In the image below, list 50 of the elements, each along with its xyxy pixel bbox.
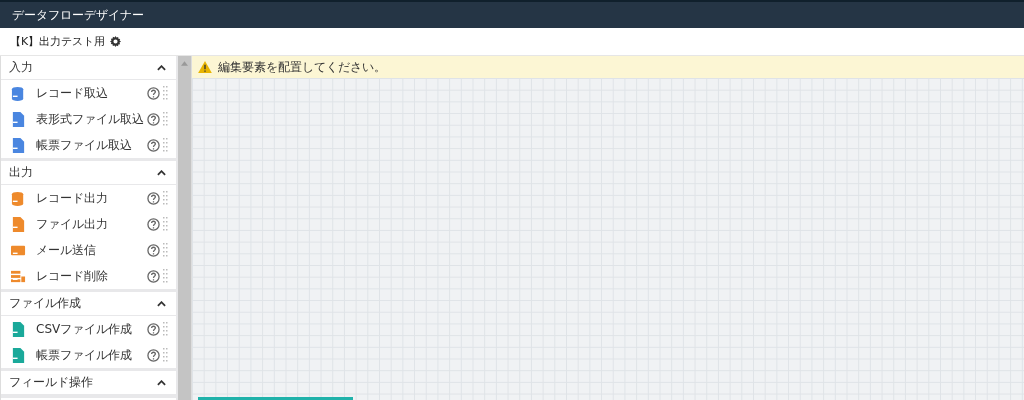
drag-handle-icon[interactable]	[163, 217, 168, 231]
warning-icon	[198, 61, 212, 73]
drag-handle-icon[interactable]	[163, 191, 168, 205]
node-label[interactable]: ファイル出力	[36, 215, 147, 233]
node-icon	[11, 268, 26, 284]
help-icon[interactable]	[147, 86, 160, 100]
section-title: フィールド操作	[9, 375, 93, 390]
window-title: データフローデザイナー	[12, 6, 144, 24]
node-label[interactable]: レコード削除	[36, 267, 147, 285]
chevron-icon[interactable]	[157, 379, 166, 386]
scrollbar[interactable]	[176, 56, 191, 400]
node-icon	[11, 216, 26, 232]
help-icon[interactable]	[147, 269, 160, 283]
scrollbar[interactable]	[198, 397, 353, 400]
node-label[interactable]: CSVファイル作成	[36, 320, 147, 338]
drag-handle-icon[interactable]	[163, 269, 168, 283]
node-icon	[11, 85, 26, 101]
node-label[interactable]: レコード取込	[36, 84, 147, 102]
drag-handle-icon[interactable]	[163, 348, 168, 362]
help-icon[interactable]	[147, 322, 160, 336]
node-icon	[11, 137, 26, 153]
node-label[interactable]: 表形式ファイル取込	[36, 110, 147, 128]
section-title: 入力	[9, 60, 33, 75]
chevron-icon[interactable]	[157, 169, 166, 176]
flow-name: 【K】出力テスト用	[10, 34, 106, 49]
help-icon[interactable]	[147, 348, 160, 362]
drag-handle-icon[interactable]	[163, 322, 168, 336]
help-icon[interactable]	[147, 112, 160, 126]
drag-handle-icon[interactable]	[163, 138, 168, 152]
chevron-icon[interactable]	[157, 64, 166, 71]
warning-text: 編集要素を配置してください。	[218, 58, 386, 76]
section-title: ファイル作成	[9, 296, 81, 311]
settings-icon[interactable]	[110, 36, 122, 47]
node-label[interactable]: レコード出力	[36, 189, 147, 207]
node-icon	[11, 347, 26, 363]
node-label[interactable]: 帳票ファイル作成	[36, 346, 147, 364]
drag-handle-icon[interactable]	[163, 86, 168, 100]
node-label[interactable]: メール送信	[36, 241, 147, 259]
section-title: 出力	[9, 165, 33, 180]
node-label[interactable]: 帳票ファイル取込	[36, 136, 147, 154]
node-icon	[11, 111, 26, 127]
help-icon[interactable]	[147, 217, 160, 231]
help-icon[interactable]	[147, 138, 160, 152]
help-icon[interactable]	[147, 191, 160, 205]
node-icon	[11, 190, 26, 206]
help-icon[interactable]	[147, 243, 160, 257]
drag-handle-icon[interactable]	[163, 243, 168, 257]
chevron-icon[interactable]	[157, 300, 166, 307]
node-icon	[11, 321, 26, 337]
drag-handle-icon[interactable]	[163, 112, 168, 126]
